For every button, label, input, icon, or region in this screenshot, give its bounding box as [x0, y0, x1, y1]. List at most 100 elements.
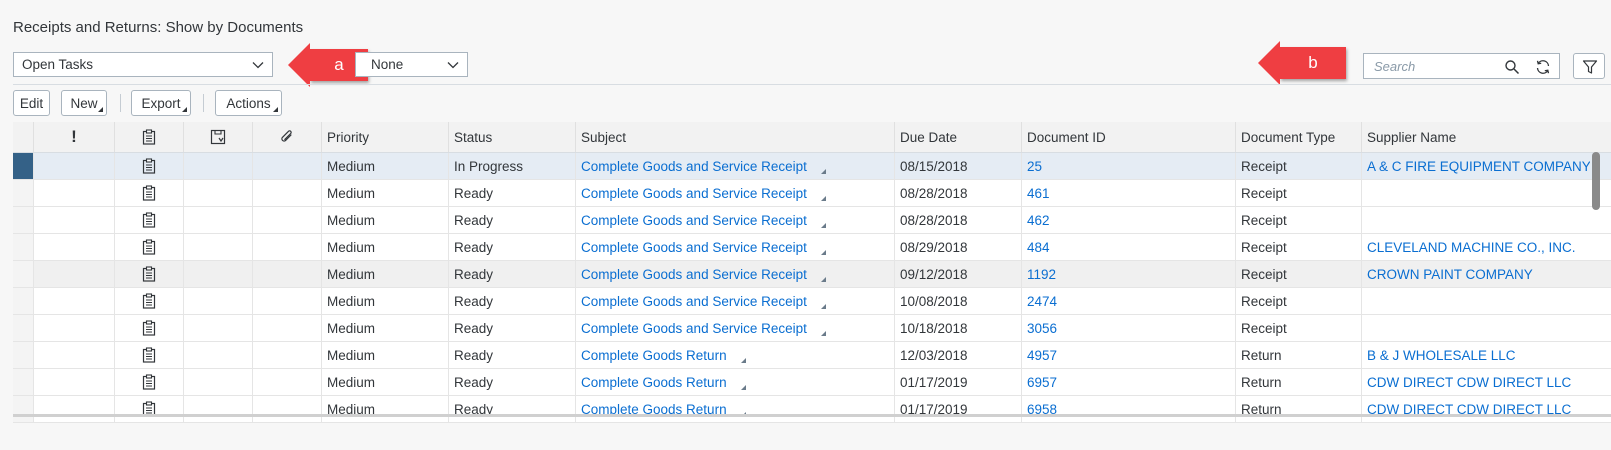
actions-button[interactable]: Actions [215, 90, 282, 116]
table-row[interactable]: Medium Ready Complete Goods and Service Re… [13, 288, 1611, 315]
select-all-header[interactable] [13, 122, 34, 152]
supplier-name-link[interactable]: CDW DIRECT CDW DIRECT LLC [1367, 375, 1571, 390]
filter-button[interactable] [1573, 53, 1605, 79]
subject-link[interactable]: Complete Goods and Service Receipt [581, 294, 807, 309]
refresh-icon[interactable] [1535, 59, 1551, 75]
subject-link[interactable]: Complete Goods and Service Receipt [581, 159, 807, 174]
subject-link[interactable]: Complete Goods and Service Receipt [581, 321, 807, 336]
document-id-link[interactable]: 25 [1027, 159, 1042, 174]
attachment-cell [253, 207, 322, 233]
menu-corner-icon [273, 107, 278, 112]
row-selector[interactable] [13, 180, 34, 206]
task-icon-cell[interactable] [115, 396, 184, 422]
document-id-cell: 461 [1022, 180, 1236, 206]
header-label: Priority [327, 129, 370, 145]
table-row[interactable]: Medium Ready Complete Goods Return 01/17/20… [13, 369, 1611, 396]
supplier-name-cell: CDW DIRECT CDW DIRECT LLC [1362, 396, 1590, 422]
horizontal-scrollbar[interactable] [13, 414, 1611, 417]
task-icon-cell[interactable] [115, 207, 184, 233]
document-id-link[interactable]: 462 [1027, 213, 1050, 228]
vertical-scrollbar[interactable] [1592, 152, 1600, 210]
document-id-link[interactable]: 2474 [1027, 294, 1057, 309]
table-row[interactable]: Medium Ready Complete Goods and Service Re… [13, 234, 1611, 261]
row-selector[interactable] [13, 396, 34, 422]
subject-link[interactable]: Complete Goods and Service Receipt [581, 267, 807, 282]
status-cell: Ready [449, 180, 576, 206]
table-row[interactable]: Medium Ready Complete Goods and Service Re… [13, 207, 1611, 234]
view-select-value: Open Tasks [22, 57, 94, 72]
search-icon[interactable] [1504, 59, 1520, 75]
col-priority-header[interactable]: Priority [322, 122, 449, 152]
col-document-id-header[interactable]: Document ID [1022, 122, 1236, 152]
task-icon-cell[interactable] [115, 369, 184, 395]
col-status-header[interactable]: Status [449, 122, 576, 152]
task-icon-cell[interactable] [115, 288, 184, 314]
supplier-name-link[interactable]: B & J WHOLESALE LLC [1367, 348, 1516, 363]
view-select[interactable]: Open Tasks [13, 52, 273, 77]
col-task-icon[interactable] [115, 122, 184, 152]
task-icon-cell[interactable] [115, 234, 184, 260]
supplier-name-link[interactable]: CROWN PAINT COMPANY [1367, 267, 1533, 282]
priority-flag-cell [34, 342, 115, 368]
header-label: Status [454, 129, 493, 145]
task-icon-cell[interactable] [115, 261, 184, 287]
row-selector[interactable] [13, 234, 34, 260]
status-cell: Ready [449, 234, 576, 260]
task-icon-cell[interactable] [115, 342, 184, 368]
menu-corner-icon [98, 107, 103, 112]
task-icon [142, 320, 156, 336]
document-id-link[interactable]: 1192 [1027, 267, 1056, 282]
table-row[interactable]: Medium Ready Complete Goods Return 12/03/20… [13, 342, 1611, 369]
edit-button[interactable]: Edit [13, 90, 50, 116]
subject-link[interactable]: Complete Goods and Service Receipt [581, 240, 807, 255]
table-row[interactable]: Medium In Progress Complete Goods and Serv… [13, 153, 1611, 180]
document-id-link[interactable]: 3056 [1027, 321, 1057, 336]
group-select[interactable]: None [355, 52, 468, 77]
priority-cell: Medium [322, 342, 449, 368]
col-due-date-header[interactable]: Due Date [895, 122, 1022, 152]
supplier-name-link[interactable]: CLEVELAND MACHINE CO., INC. [1367, 240, 1576, 255]
header-label: Document Type [1241, 129, 1336, 145]
table-body: Medium In Progress Complete Goods and Serv… [13, 153, 1611, 423]
priority-flag-cell [34, 153, 115, 179]
document-id-link[interactable]: 4957 [1027, 348, 1057, 363]
col-priority-icon[interactable]: ! [34, 122, 115, 152]
row-selector[interactable] [13, 315, 34, 341]
row-selector[interactable] [13, 207, 34, 233]
col-document-type-header[interactable]: Document Type [1236, 122, 1362, 152]
subject-link[interactable]: Complete Goods Return [581, 348, 727, 363]
row-selector[interactable] [13, 261, 34, 287]
task-icon-cell[interactable] [115, 153, 184, 179]
row-selector[interactable] [13, 288, 34, 314]
supplier-name-link[interactable]: A & C FIRE EQUIPMENT COMPANY, I... [1367, 159, 1590, 174]
table-row[interactable]: Medium Ready Complete Goods and Service Re… [13, 315, 1611, 342]
row-selector[interactable] [13, 369, 34, 395]
export-button[interactable]: Export [131, 90, 191, 116]
row-selector[interactable] [13, 153, 34, 179]
subject-cell: Complete Goods and Service Receipt [576, 288, 895, 314]
task-icon-cell[interactable] [115, 180, 184, 206]
new-button[interactable]: New [61, 90, 107, 116]
document-id-link[interactable]: 6957 [1027, 375, 1057, 390]
table-row[interactable]: Medium Ready Complete Goods Return 01/17/20… [13, 396, 1611, 423]
table-row[interactable]: Medium Ready Complete Goods and Service Re… [13, 180, 1611, 207]
task-icon-cell[interactable] [115, 315, 184, 341]
subject-link[interactable]: Complete Goods Return [581, 375, 727, 390]
search-input[interactable]: Search [1363, 53, 1560, 79]
document-id-link[interactable]: 484 [1027, 240, 1050, 255]
col-document-status-icon[interactable] [184, 122, 253, 152]
document-id-cell: 25 [1022, 153, 1236, 179]
priority-flag-cell [34, 234, 115, 260]
col-subject-header[interactable]: Subject [576, 122, 895, 152]
subject-link[interactable]: Complete Goods and Service Receipt [581, 213, 807, 228]
priority-cell: Medium [322, 153, 449, 179]
chevron-down-icon [252, 62, 264, 69]
col-supplier-name-header[interactable]: Supplier Name [1362, 122, 1611, 152]
subject-link[interactable]: Complete Goods and Service Receipt [581, 186, 807, 201]
row-selector[interactable] [13, 342, 34, 368]
table-row[interactable]: Medium Ready Complete Goods and Service Re… [13, 261, 1611, 288]
col-attachment-icon[interactable] [253, 122, 322, 152]
document-id-link[interactable]: 461 [1027, 186, 1050, 201]
task-icon [142, 129, 156, 145]
task-icon [142, 374, 156, 390]
